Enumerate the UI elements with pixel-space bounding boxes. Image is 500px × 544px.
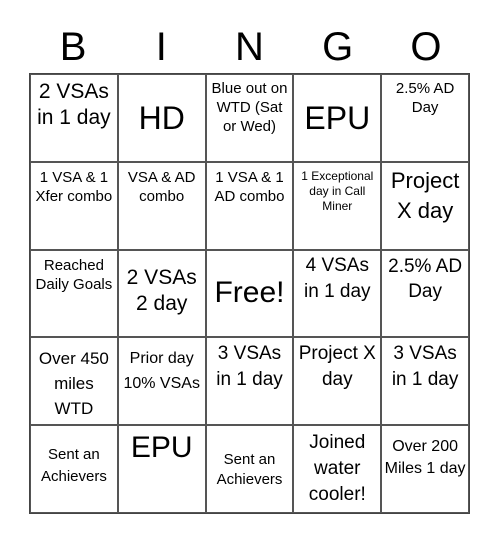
bingo-cell[interactable]: HD [117,74,206,162]
header-letter-o: O [410,25,442,69]
cell-text: Reached Daily Goals [35,256,113,293]
bingo-cell[interactable]: Project X day [381,161,469,250]
cell-text: Over 450 miles WTD [38,349,109,419]
bingo-cell[interactable]: EPU [117,425,206,513]
cell-text: HD [138,99,185,136]
cell-text: 3 VSAs in 1 day [391,343,459,391]
bingo-board: 2 VSAs in 1 day HD Blue out on WTD (Sat … [29,73,470,514]
bingo-cell[interactable]: 2 VSAs in 1 day [30,74,118,162]
cell-text: Over 200 Miles 1 day [384,438,466,478]
bingo-cell[interactable]: Sent an Achievers [30,425,118,513]
cell-text: 2.5% AD Day [388,255,463,302]
cell-text: Project X day [298,343,376,391]
bingo-cell[interactable]: 2.5% AD Day [381,249,469,338]
bingo-cell[interactable]: 3 VSAs in 1 day [205,337,294,426]
bingo-cell[interactable]: Reached Daily Goals [30,249,118,338]
bingo-cell[interactable]: EPU [293,74,382,162]
header-letter-b: B [59,25,87,69]
bingo-cell[interactable]: VSA & AD combo [117,161,206,250]
bingo-cell[interactable]: Joined water cooler! [293,425,382,513]
cell-text: Sent an Achievers [40,446,107,486]
bingo-cell[interactable]: 1 VSA & 1 Xfer combo [30,161,118,250]
cell-text: Project X day [390,167,460,223]
bingo-cell[interactable]: 4 VSAs in 1 day [293,249,382,338]
cell-text: 1 Exceptional day in Call Miner [301,168,374,213]
header-letter-g: G [322,25,354,69]
cell-text: 2.5% AD Day [395,80,455,116]
bingo-cell[interactable]: 2.5% AD Day [381,74,469,162]
bingo-cell[interactable]: Project X day [293,337,382,426]
cell-text: 2 VSAs in 1 day [37,80,111,129]
cell-text: 3 VSAs in 1 day [216,343,283,391]
bingo-cell[interactable]: Sent an Achievers [205,425,294,513]
cell-text: EPU [304,99,371,136]
bingo-cell[interactable]: Prior day 10% VSAs [117,337,206,426]
cell-text: Prior day 10% VSAs [123,350,200,393]
header-letter-n: N [235,25,264,69]
cell-text: Blue out on WTD (Sat or Wed) [211,80,288,135]
cell-text: Sent an Achievers [216,451,283,489]
bingo-cell[interactable]: Over 450 miles WTD [30,337,118,426]
bingo-cell[interactable]: 3 VSAs in 1 day [381,337,469,426]
cell-text: Joined water cooler! [308,432,366,506]
bingo-cell[interactable]: 1 VSA & 1 AD combo [205,161,294,250]
bingo-cell[interactable]: 2 VSAs 2 day [117,249,206,338]
cell-text: 4 VSAs in 1 day [304,254,371,302]
cell-text: EPU [130,431,193,465]
cell-text: 1 VSA & 1 AD combo [214,168,285,205]
bingo-cell[interactable]: Free! [205,249,294,338]
cell-text: VSA & AD combo [127,168,196,205]
bingo-cell[interactable]: Over 200 Miles 1 day [381,425,469,513]
cell-text: Free! [214,276,285,310]
cell-text: 2 VSAs 2 day [126,265,197,315]
cell-text: 1 VSA & 1 Xfer combo [35,168,113,205]
bingo-header: B I N G O [29,22,470,73]
header-letter-i: I [155,25,167,69]
bingo-cell[interactable]: 1 Exceptional day in Call Miner [293,161,382,250]
bingo-cell[interactable]: Blue out on WTD (Sat or Wed) [205,74,294,162]
